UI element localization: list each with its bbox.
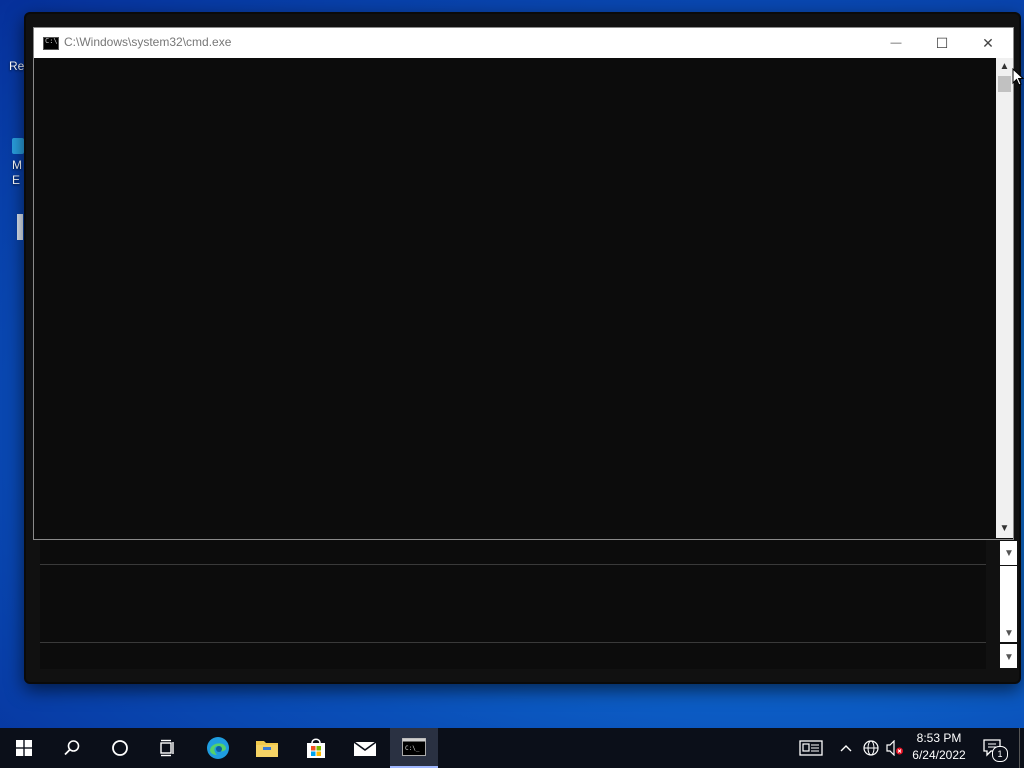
show-desktop-button[interactable] — [1019, 728, 1024, 768]
maximize-button[interactable]: ☐ — [919, 28, 965, 58]
edge-icon — [207, 737, 229, 759]
scroll-down-icon[interactable]: ▼ — [1004, 652, 1014, 663]
clock-time: 8:53 PM — [916, 731, 962, 745]
background-console-pane-3 — [40, 642, 986, 669]
desktop-icon-edge-label-2: E — [12, 173, 21, 187]
vertical-scrollbar[interactable]: ▲ ▼ — [996, 58, 1013, 538]
close-button[interactable]: ✕ — [965, 28, 1011, 58]
action-center-button[interactable]: 1 — [978, 728, 1008, 768]
scroll-down-icon[interactable]: ▼ — [996, 523, 1013, 534]
console-output[interactable] — [35, 59, 994, 537]
muted-volume-icon — [886, 740, 903, 756]
cmd-taskbar-button[interactable]: C:\_ — [390, 728, 438, 768]
circle-icon — [112, 740, 128, 756]
background-console-pane-1 — [40, 536, 986, 567]
clock-date: 6/24/2022 — [912, 748, 966, 762]
task-view-icon — [160, 739, 174, 757]
scroll-up-icon[interactable]: ▲ — [996, 61, 1013, 72]
news-icon — [799, 740, 823, 756]
clock[interactable]: 8:53 PM 6/24/2022 — [905, 730, 973, 764]
scroll-down-icon[interactable]: ▼ — [1004, 548, 1014, 559]
folder-icon — [256, 741, 278, 757]
cmd-window[interactable]: C:\Windows\system32\cmd.exe — ☐ ✕ ▲ ▼ — [33, 27, 1014, 540]
store-button[interactable] — [292, 728, 340, 768]
globe-icon — [863, 740, 879, 756]
desktop-icon-partial[interactable] — [17, 214, 23, 240]
windows-logo-icon — [16, 740, 32, 756]
window-title: C:\Windows\system32\cmd.exe — [64, 35, 232, 49]
search-button[interactable] — [48, 728, 96, 768]
maximize-icon: ☐ — [935, 34, 949, 51]
taskbar: C:\_ 8:53 PM 6/24/2022 1 — [0, 728, 1024, 768]
start-button[interactable] — [0, 728, 48, 768]
search-icon — [64, 740, 80, 756]
cmd-icon: C:\_ — [402, 738, 426, 756]
background-scrollbar-2[interactable]: ▼ — [1000, 566, 1017, 642]
svg-text:C:\_: C:\_ — [405, 745, 420, 752]
edge-taskbar-button[interactable] — [194, 728, 242, 768]
desktop-icon-edge-label-1: M — [12, 158, 22, 172]
cortana-button[interactable] — [96, 728, 144, 768]
scrollbar-thumb[interactable] — [998, 76, 1011, 92]
task-view-button[interactable] — [144, 728, 192, 768]
mail-icon — [353, 741, 377, 756]
desktop-icon-edge[interactable] — [12, 138, 24, 154]
desktop-icon-recycle-bin-label[interactable]: Re — [9, 59, 24, 73]
cmd-icon[interactable] — [43, 37, 59, 50]
file-explorer-button[interactable] — [243, 728, 291, 768]
background-console-pane-2 — [40, 564, 986, 643]
scroll-down-icon[interactable]: ▼ — [1004, 628, 1014, 639]
notification-badge: 1 — [992, 746, 1008, 762]
mail-button[interactable] — [341, 728, 389, 768]
network-button[interactable] — [860, 728, 882, 768]
title-bar[interactable]: C:\Windows\system32\cmd.exe — ☐ ✕ — [34, 28, 1013, 58]
minimize-button[interactable]: — — [873, 28, 919, 58]
mouse-cursor-icon — [1012, 68, 1024, 86]
close-icon: ✕ — [982, 34, 994, 51]
store-icon — [307, 738, 325, 758]
minimize-icon: — — [890, 37, 902, 49]
show-hidden-icons-button[interactable] — [836, 728, 856, 768]
chevron-up-icon — [840, 745, 852, 752]
news-button[interactable] — [795, 728, 827, 768]
background-scrollbar-1[interactable]: ▼ — [1000, 541, 1017, 565]
background-scrollbar-3[interactable]: ▼ — [1000, 644, 1017, 668]
volume-button[interactable] — [884, 728, 906, 768]
